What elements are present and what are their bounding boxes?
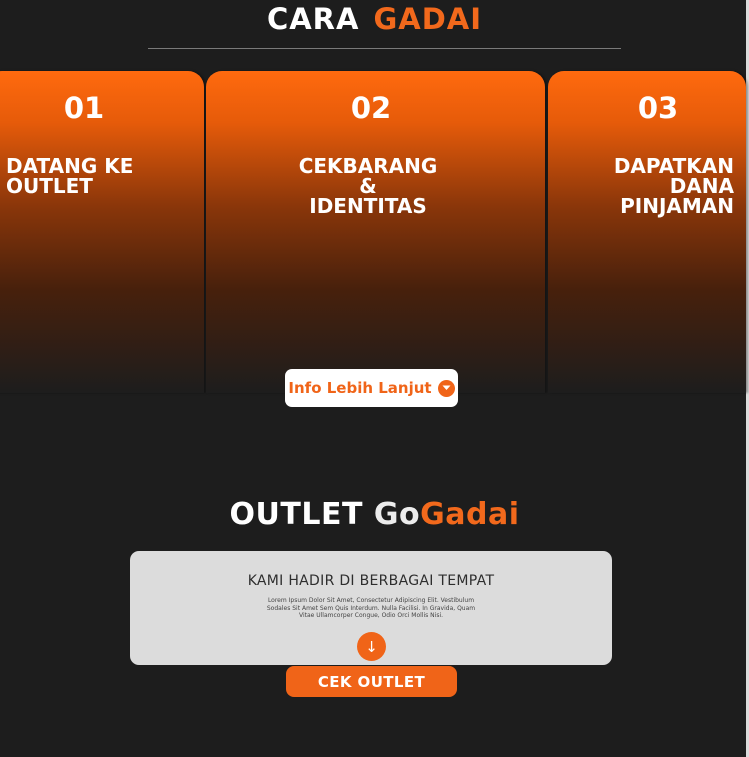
outlet-title-gadai: Gadai [420, 497, 520, 532]
scroll-down-button[interactable]: ↓ [357, 632, 386, 661]
step-label-3: DAPATKAN DANA PINJAMAN [613, 154, 734, 218]
cek-outlet-label: CEK OUTLET [317, 672, 426, 691]
step-number-2: 02 [350, 91, 392, 125]
outlet-title: OUTLET GoGadai [0, 497, 749, 532]
step-number-1: 01 [63, 91, 105, 125]
page-title: CARA GADAI [0, 2, 749, 36]
title-cara: CARA [266, 2, 360, 36]
title-gadai: GADAI [373, 2, 483, 36]
step-label-2: CEKBARANG & IDENTITAS [298, 154, 438, 218]
step-number-3: 03 [637, 91, 679, 125]
outlet-title-outlet: OUTLET [229, 497, 363, 532]
step-label-1: DATANG KE OUTLET [6, 154, 134, 198]
chevron-down-icon [437, 379, 455, 397]
arrow-down-icon: ↓ [365, 637, 378, 656]
outlet-heading: KAMI HADIR DI BERBAGAI TEMPAT [247, 573, 495, 589]
outlet-info-panel: KAMI HADIR DI BERBAGAI TEMPAT Lorem Ipsu… [130, 551, 612, 665]
info-more-label: Info Lebih Lanjut [288, 379, 432, 397]
outlet-description: Lorem Ipsum Dolor Sit Amet, Consectetur … [266, 597, 476, 619]
info-more-button[interactable]: Info Lebih Lanjut [285, 369, 458, 407]
title-divider [148, 48, 621, 49]
outlet-title-go: Go [373, 497, 421, 532]
cek-outlet-button[interactable]: CEK OUTLET [286, 666, 457, 697]
